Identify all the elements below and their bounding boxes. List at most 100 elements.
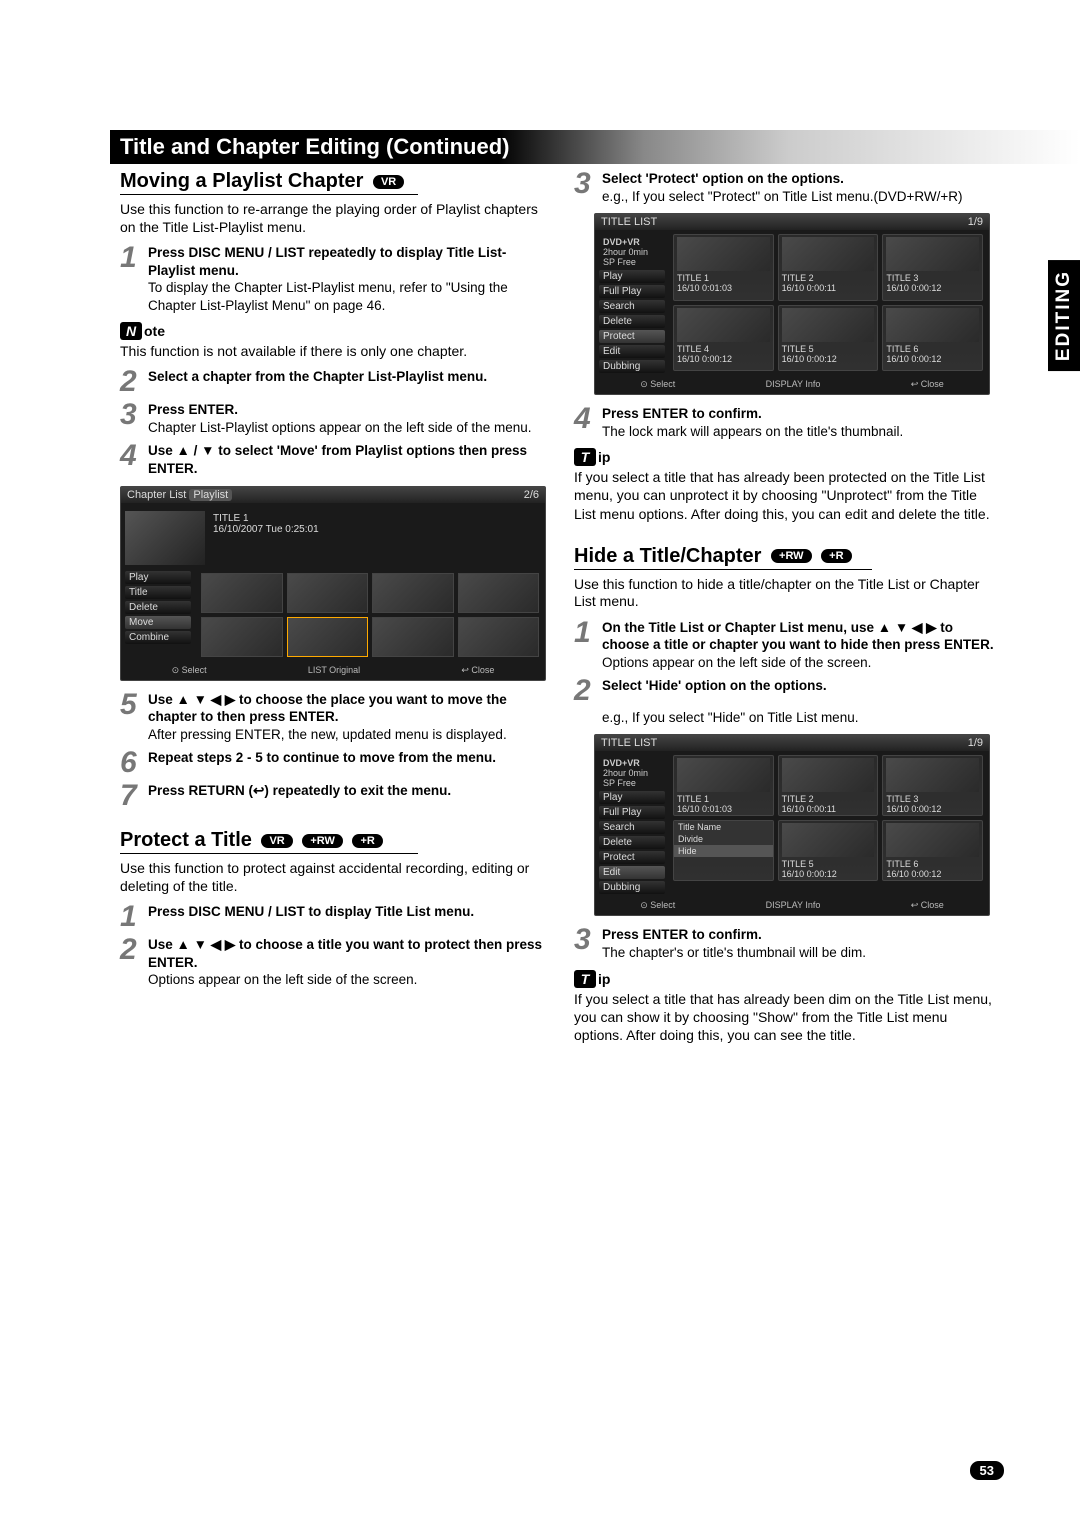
moving-title-text: Moving a Playlist Chapter: [120, 170, 363, 192]
hide-s2-text: e.g., If you select "Hide" on Title List…: [602, 710, 858, 725]
mock1-title: TITLE LIST: [601, 216, 657, 228]
protect-s1-bold: Press DISC MENU / LIST to display Title …: [148, 904, 474, 919]
badge-vr: VR: [261, 834, 292, 848]
step2-bold: Select a chapter from the Chapter List-P…: [148, 369, 487, 384]
step-number: 3: [120, 401, 142, 436]
note-dropcap: N: [120, 322, 142, 340]
mock2-cell4: TITLE 5: [782, 859, 814, 869]
step-number: 2: [574, 677, 596, 726]
mock2-counter: 1/9: [968, 737, 983, 749]
page-header: Title and Chapter Editing (Continued): [110, 130, 1080, 164]
tip-label: ip: [598, 449, 610, 465]
mock1-counter: 1/9: [968, 216, 983, 228]
hide-s2-bold: Select 'Hide' option on the options.: [602, 678, 827, 693]
moving-step-6: 6 Repeat steps 2 - 5 to continue to move…: [120, 749, 546, 776]
step-number: 4: [120, 442, 142, 477]
protect-s4-text: The lock mark will appears on the title'…: [602, 424, 903, 439]
mock-menu-title: Title: [125, 586, 191, 599]
mock2-status1: DISPLAY Info: [766, 900, 821, 911]
mock-status-close: ↩ Close: [461, 665, 494, 676]
tip-label: ip: [598, 971, 610, 987]
step-number: 2: [120, 368, 142, 395]
mock2-meta5: 16/10 0:00:12: [886, 869, 941, 879]
step6-bold: Repeat steps 2 - 5 to continue to move f…: [148, 750, 496, 765]
badge-plusr: +R: [352, 834, 382, 848]
tip-dropcap: T: [574, 970, 596, 988]
mock2-meta1: 16/10 0:00:11: [782, 804, 836, 814]
mock2-disc: DVD+VR: [603, 758, 640, 768]
protect-step-3: 3 Select 'Protect' option on the options…: [574, 170, 1000, 205]
mock1-meta0: 16/10 0:01:03: [677, 283, 732, 293]
mock1-menu-dubbing: Dubbing: [599, 360, 665, 373]
mock2-info2: SP Free: [603, 778, 636, 788]
protect-title-text: Protect a Title: [120, 829, 252, 851]
step-number: 3: [574, 170, 596, 205]
step-number: 1: [574, 619, 596, 672]
step4-bold: Use ▲ / ▼ to select 'Move' from Playlist…: [148, 443, 527, 476]
hide-intro: Use this function to hide a title/chapte…: [574, 576, 1000, 611]
protect-intro: Use this function to protect against acc…: [120, 860, 546, 895]
mock1-disc: DVD+VR: [603, 237, 640, 247]
badge-plusrw: +RW: [771, 549, 812, 563]
hide-step-2: 2 Select 'Hide' option on the options. e…: [574, 677, 1000, 726]
mock-title: Chapter List: [127, 489, 186, 501]
mock2-sub0: Title Name: [674, 821, 773, 833]
step1-text: To display the Chapter List-Playlist men…: [148, 280, 508, 313]
mock2-meta0: 16/10 0:01:03: [677, 804, 732, 814]
step-number: 3: [574, 926, 596, 961]
hide-section-title: Hide a Title/Chapter +RW +R: [574, 545, 872, 570]
protect-step-2: 2 Use ▲ ▼ ◀ ▶ to choose a title you want…: [120, 936, 546, 989]
moving-step-7: 7 Press RETURN (↩) repeatedly to exit th…: [120, 782, 546, 809]
protect-s2-bold: Use ▲ ▼ ◀ ▶ to choose a title you want t…: [148, 937, 542, 970]
mock-menu-combine: Combine: [125, 631, 191, 644]
protect-step-1: 1 Press DISC MENU / LIST to display Titl…: [120, 903, 546, 930]
mock2-cell0: TITLE 1: [677, 794, 709, 804]
mock-menu-play: Play: [125, 571, 191, 584]
hide-title-text: Hide a Title/Chapter: [574, 545, 761, 567]
mock-badge: Playlist: [189, 489, 232, 501]
note-label: ote: [144, 323, 165, 339]
hide-tip-body: If you select a title that has already b…: [574, 990, 1000, 1045]
mock2-cell5: TITLE 6: [886, 859, 918, 869]
protect-s3-bold: Select 'Protect' option on the options.: [602, 171, 844, 186]
step5-text: After pressing ENTER, the new, updated m…: [148, 727, 507, 742]
protect-section-title: Protect a Title VR +RW +R: [120, 829, 418, 854]
badge-vr: VR: [373, 175, 404, 189]
mock2-menu-edit: Edit: [599, 866, 665, 879]
note-body: This function is not available if there …: [120, 342, 546, 360]
note-heading: Note: [120, 322, 546, 340]
mock2-cell2: TITLE 3: [886, 794, 918, 804]
mock1-menu-fullplay: Full Play: [599, 285, 665, 298]
moving-step-4: 4 Use ▲ / ▼ to select 'Move' from Playli…: [120, 442, 546, 477]
step5-bold: Use ▲ ▼ ◀ ▶ to choose the place you want…: [148, 692, 507, 725]
mock2-title: TITLE LIST: [601, 737, 657, 749]
mock2-menu-protect: Protect: [599, 851, 665, 864]
mock1-menu-edit: Edit: [599, 345, 665, 358]
protect-s3-text: e.g., If you select "Protect" on Title L…: [602, 189, 962, 204]
step3-bold: Press ENTER.: [148, 402, 238, 417]
step-number: 4: [574, 405, 596, 440]
title-list-hide-screenshot: TITLE LIST 1/9 DVD+VR 2hour 0min SP Free…: [594, 734, 990, 916]
step3-text: Chapter List-Playlist options appear on …: [148, 420, 531, 435]
moving-intro: Use this function to re-arrange the play…: [120, 201, 546, 236]
step-number: 1: [120, 244, 142, 314]
mock2-sub1: Divide: [674, 833, 773, 845]
mock1-cell2: TITLE 3: [886, 273, 918, 283]
hide-step-1: 1 On the Title List or Chapter List menu…: [574, 619, 1000, 672]
mock2-cell1: TITLE 2: [782, 794, 814, 804]
mock1-meta4: 16/10 0:00:12: [782, 354, 837, 364]
mock1-cell4: TITLE 5: [782, 344, 814, 354]
header-title: Title and Chapter Editing (Continued): [120, 134, 509, 160]
moving-step-5: 5 Use ▲ ▼ ◀ ▶ to choose the place you wa…: [120, 691, 546, 744]
protect-tip-heading: Tip: [574, 448, 1000, 466]
badge-plusr: +R: [821, 549, 851, 563]
mock1-cell3: TITLE 4: [677, 344, 709, 354]
mock1-status0: ⊙ Select: [640, 379, 675, 390]
mock2-meta4: 16/10 0:00:12: [782, 869, 837, 879]
mock1-meta2: 16/10 0:00:12: [886, 283, 941, 293]
protect-s4-bold: Press ENTER to confirm.: [602, 406, 762, 421]
protect-step-4: 4 Press ENTER to confirm. The lock mark …: [574, 405, 1000, 440]
step-number: 5: [120, 691, 142, 744]
mock2-info1: 2hour 0min: [603, 768, 648, 778]
protect-tip-body: If you select a title that has already b…: [574, 468, 1000, 523]
